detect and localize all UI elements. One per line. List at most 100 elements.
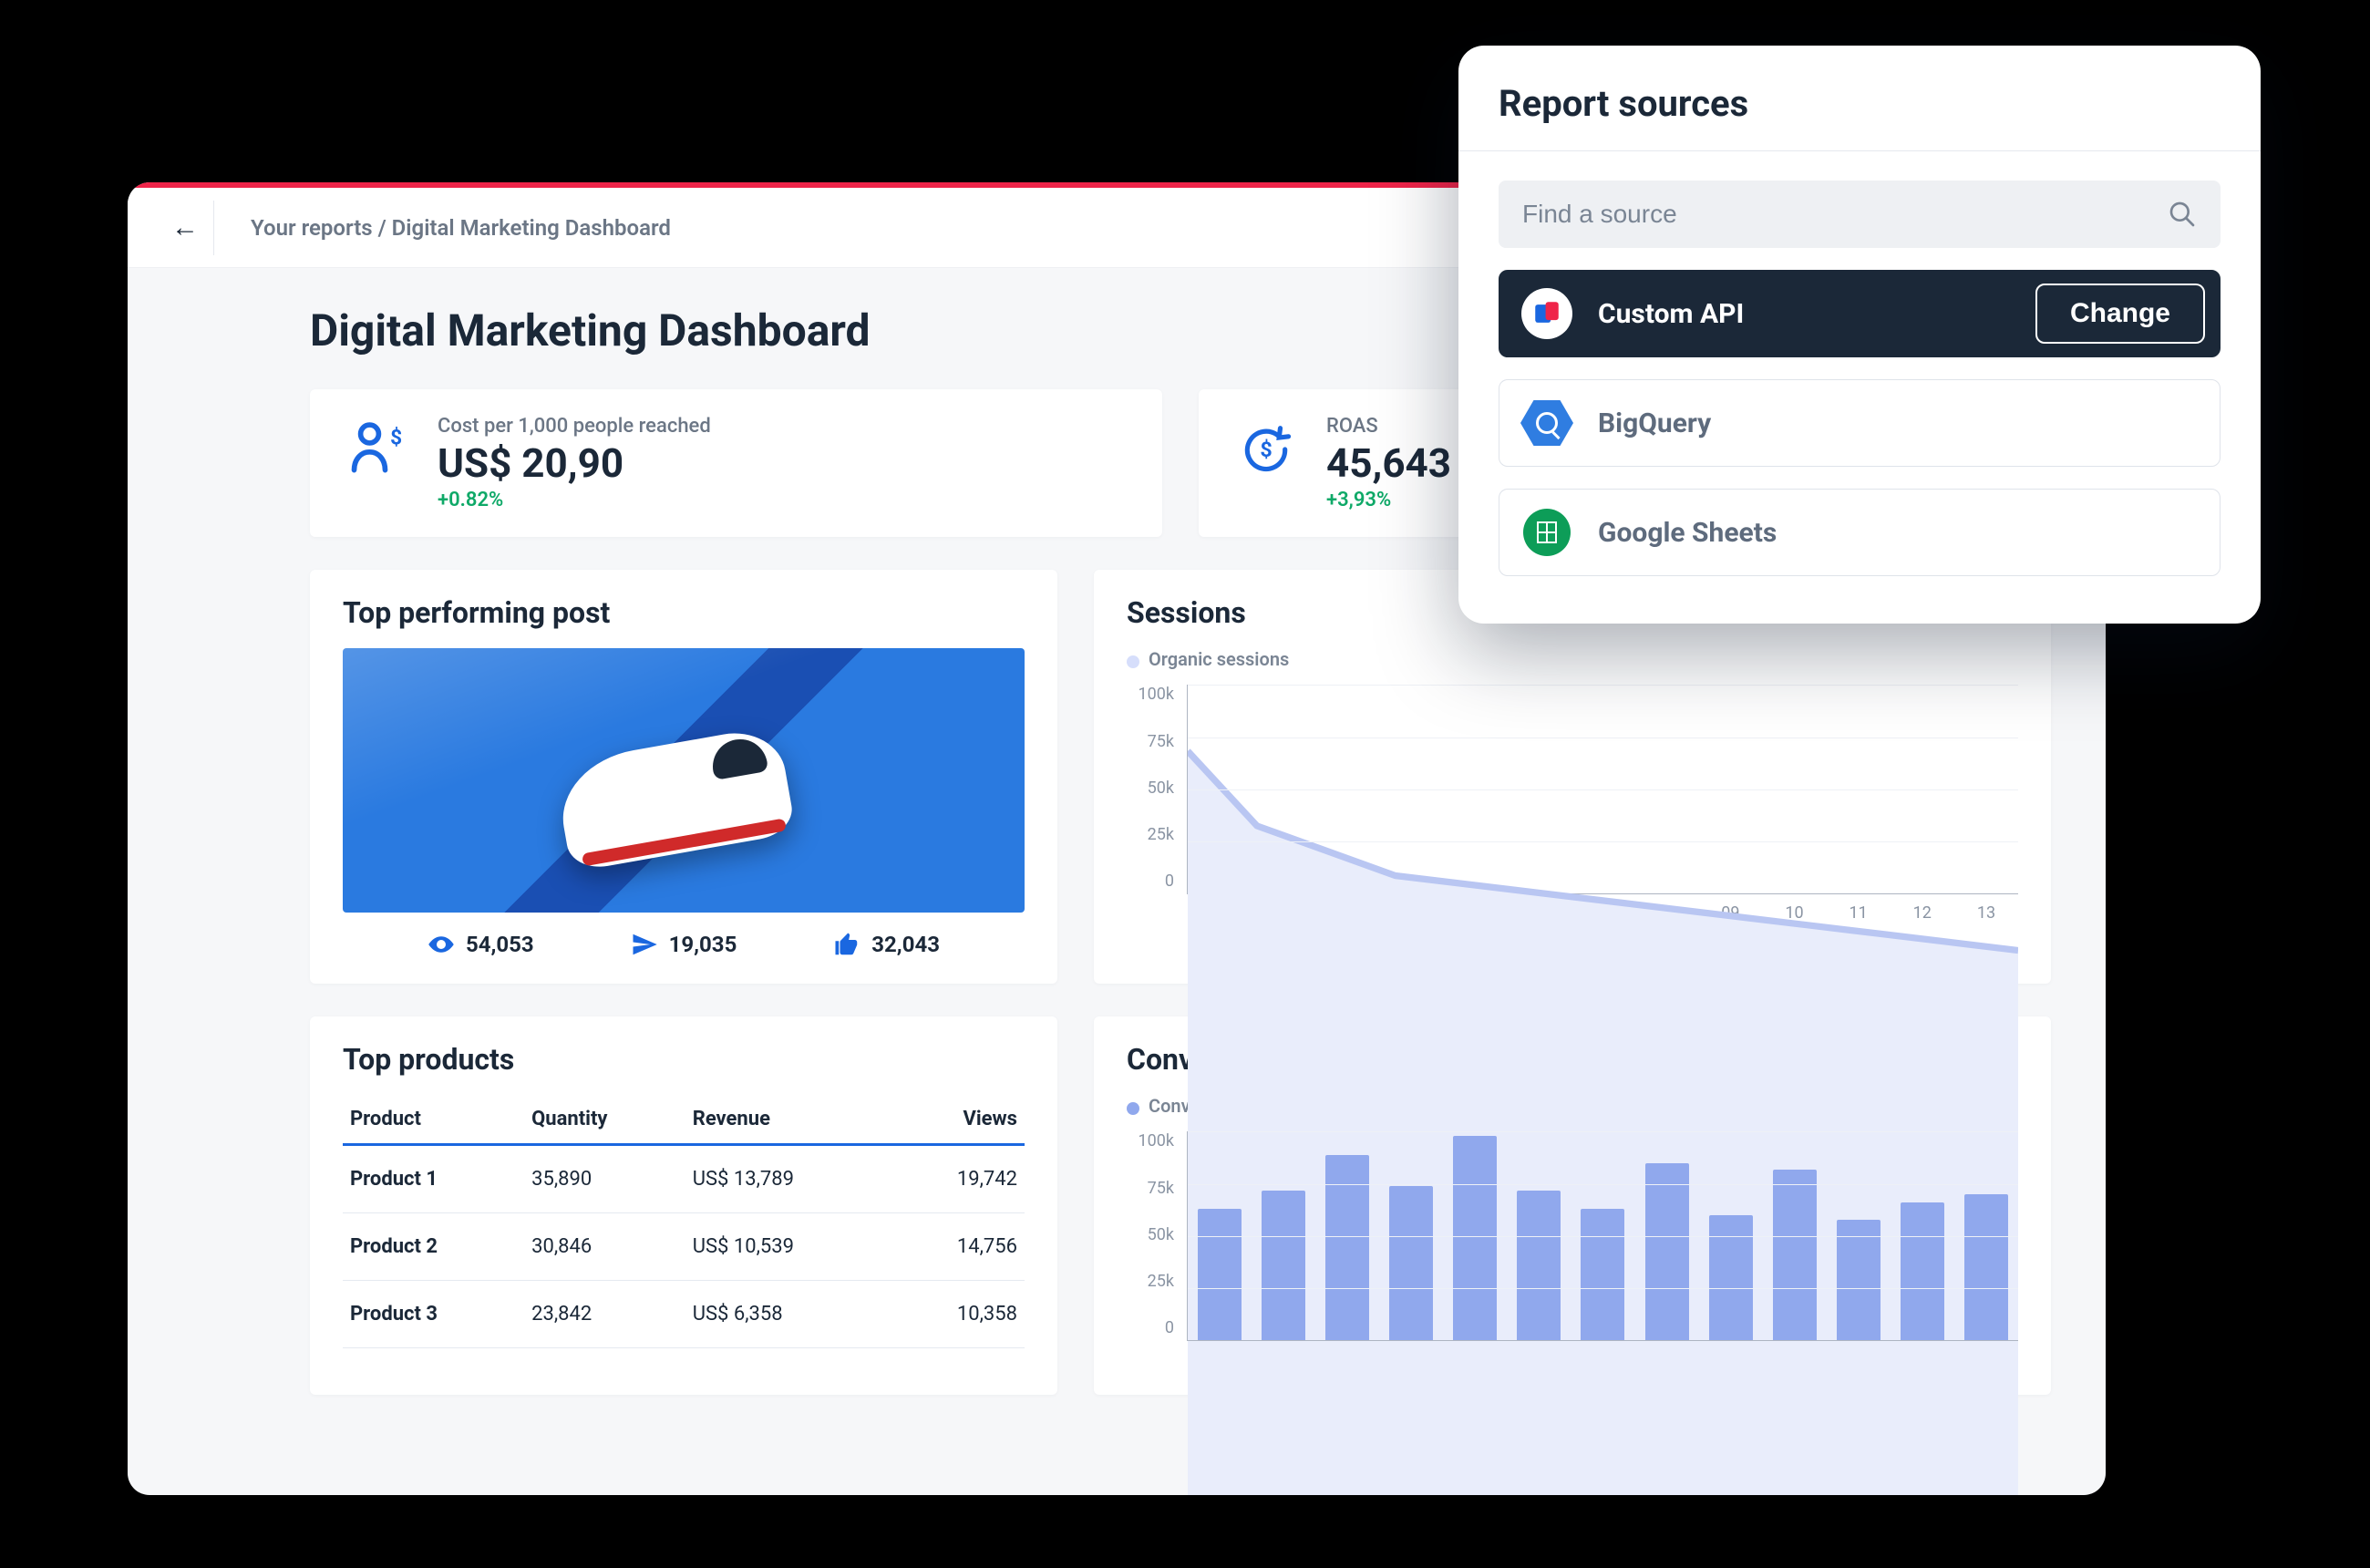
table-row[interactable]: Product 323,842US$ 6,35810,358 — [343, 1281, 1025, 1348]
conversion-bar[interactable] — [1262, 1191, 1305, 1341]
product-views-cell: 14,756 — [891, 1213, 1025, 1281]
products-col-header[interactable]: Product — [343, 1095, 524, 1145]
source-search[interactable] — [1499, 181, 2221, 248]
conversion-bar[interactable] — [1837, 1220, 1881, 1341]
sessions-chart: 100k75k50k25k0 — [1127, 685, 2018, 894]
product-quantity-cell: 35,890 — [524, 1145, 685, 1213]
y-tick-label: 50k — [1127, 1225, 1174, 1244]
top-products-card: Top products ProductQuantityRevenueViews… — [310, 1016, 1057, 1395]
arrow-left-icon: ← — [171, 211, 199, 243]
products-col-header[interactable]: Quantity — [524, 1095, 685, 1145]
conversion-bar[interactable] — [1964, 1194, 2008, 1340]
bigquery-icon — [1520, 396, 1574, 450]
product-views-cell: 10,358 — [891, 1281, 1025, 1348]
report-sources-panel: Report sources Custom API Change BigQuer… — [1458, 46, 2261, 624]
person-dollar-icon: $ — [343, 415, 412, 484]
top-post-image[interactable] — [343, 648, 1025, 913]
conversion-bar[interactable] — [1645, 1163, 1689, 1341]
kpi-label: Cost per 1,000 people reached — [438, 415, 711, 438]
source-item-bigquery[interactable]: BigQuery — [1499, 379, 2221, 467]
y-tick-label: 0 — [1127, 872, 1174, 891]
product-revenue-cell: US$ 10,539 — [685, 1213, 891, 1281]
custom-api-icon — [1520, 286, 1574, 341]
post-stat-shares: 19,035 — [631, 931, 737, 958]
conversion-bar[interactable] — [1517, 1191, 1561, 1341]
product-quantity-cell: 30,846 — [524, 1213, 685, 1281]
source-item-custom-api[interactable]: Custom API Change — [1499, 270, 2221, 357]
product-quantity-cell: 23,842 — [524, 1281, 685, 1348]
svg-text:$: $ — [1260, 437, 1272, 462]
conversion-bar[interactable] — [1325, 1155, 1369, 1341]
change-source-button[interactable]: Change — [2035, 284, 2205, 344]
kpi-label: ROAS — [1326, 415, 1451, 438]
product-views-cell: 19,742 — [891, 1145, 1025, 1213]
product-revenue-cell: US$ 13,789 — [685, 1145, 891, 1213]
product-name-cell: Product 2 — [343, 1213, 524, 1281]
sessions-y-axis: 100k75k50k25k0 — [1127, 685, 1174, 894]
sessions-plot — [1187, 685, 2018, 894]
products-table-head: ProductQuantityRevenueViews — [343, 1095, 1025, 1145]
eye-icon — [428, 931, 455, 958]
table-row[interactable]: Product 135,890US$ 13,78919,742 — [343, 1145, 1025, 1213]
conversion-bar[interactable] — [1901, 1202, 1944, 1340]
top-products-title: Top products — [343, 1042, 1025, 1077]
y-tick-label: 75k — [1127, 1179, 1174, 1198]
y-tick-label: 25k — [1127, 1272, 1174, 1291]
conversion-bar[interactable] — [1581, 1209, 1624, 1340]
conversion-bar[interactable] — [1453, 1136, 1497, 1340]
breadcrumb-sep: / — [373, 215, 392, 241]
thumbs-up-icon — [833, 931, 860, 958]
source-label: Custom API — [1598, 298, 2012, 330]
refresh-dollar-icon: $ — [1231, 415, 1301, 484]
y-tick-label: 0 — [1127, 1318, 1174, 1337]
conversion-bar[interactable] — [1709, 1215, 1753, 1340]
post-sessions-row: Top performing post 54,053 19,035 32,043 — [310, 570, 2051, 984]
back-button[interactable]: ← — [157, 201, 214, 255]
products-col-header[interactable]: Revenue — [685, 1095, 891, 1145]
sessions-area-icon — [1188, 685, 2018, 1495]
conversion-bar[interactable] — [1773, 1170, 1817, 1341]
report-sources-title: Report sources — [1499, 82, 2221, 125]
top-post-stats: 54,053 19,035 32,043 — [343, 913, 1025, 958]
product-revenue-cell: US$ 6,358 — [685, 1281, 891, 1348]
product-name-cell: Product 3 — [343, 1281, 524, 1348]
kpi-value: 45,643 — [1326, 441, 1451, 485]
products-table: ProductQuantityRevenueViews Product 135,… — [343, 1095, 1025, 1348]
products-col-header[interactable]: Views — [891, 1095, 1025, 1145]
products-table-body: Product 135,890US$ 13,78919,742Product 2… — [343, 1145, 1025, 1348]
post-shares-value: 19,035 — [669, 932, 737, 957]
y-tick-label: 75k — [1127, 732, 1174, 751]
divider — [1458, 150, 2261, 151]
y-tick-label: 100k — [1127, 1131, 1174, 1150]
send-icon — [631, 931, 658, 958]
legend-dot-icon — [1127, 655, 1139, 668]
kpi-cost-per-mille: $ Cost per 1,000 people reached US$ 20,9… — [310, 389, 1162, 537]
sessions-card: Sessions Organic sessions 100k75k50k25k0… — [1094, 570, 2051, 984]
google-sheets-icon — [1520, 505, 1574, 560]
kpi-delta: +0.82% — [438, 489, 711, 511]
post-stat-views: 54,053 — [428, 931, 534, 958]
source-item-google-sheets[interactable]: Google Sheets — [1499, 489, 2221, 576]
post-views-value: 54,053 — [466, 932, 534, 957]
legend-dot-icon — [1127, 1102, 1139, 1115]
table-row[interactable]: Product 230,846US$ 10,53914,756 — [343, 1213, 1025, 1281]
top-post-card: Top performing post 54,053 19,035 32,043 — [310, 570, 1057, 984]
breadcrumb[interactable]: Your reports / Digital Marketing Dashboa… — [251, 215, 671, 241]
source-label: BigQuery — [1598, 407, 2200, 439]
kpi-value: US$ 20,90 — [438, 441, 711, 485]
conversions-plot — [1187, 1131, 2018, 1341]
conversion-bar[interactable] — [1198, 1209, 1242, 1340]
conversion-bar[interactable] — [1389, 1186, 1433, 1340]
breadcrumb-page[interactable]: Digital Marketing Dashboard — [392, 215, 671, 241]
sessions-legend-label: Organic sessions — [1149, 648, 1289, 670]
top-post-title: Top performing post — [343, 595, 1025, 630]
search-icon — [2168, 200, 2197, 229]
product-name-cell: Product 1 — [343, 1145, 524, 1213]
post-likes-value: 32,043 — [871, 932, 940, 957]
source-search-input[interactable] — [1522, 200, 2168, 229]
conversions-chart: 100k 75k 50k 25k 0 — [1127, 1131, 2018, 1341]
sessions-legend: Organic sessions — [1127, 648, 2018, 670]
breadcrumb-root[interactable]: Your reports — [251, 215, 373, 241]
source-label: Google Sheets — [1598, 517, 2200, 549]
y-tick-label: 50k — [1127, 779, 1174, 798]
